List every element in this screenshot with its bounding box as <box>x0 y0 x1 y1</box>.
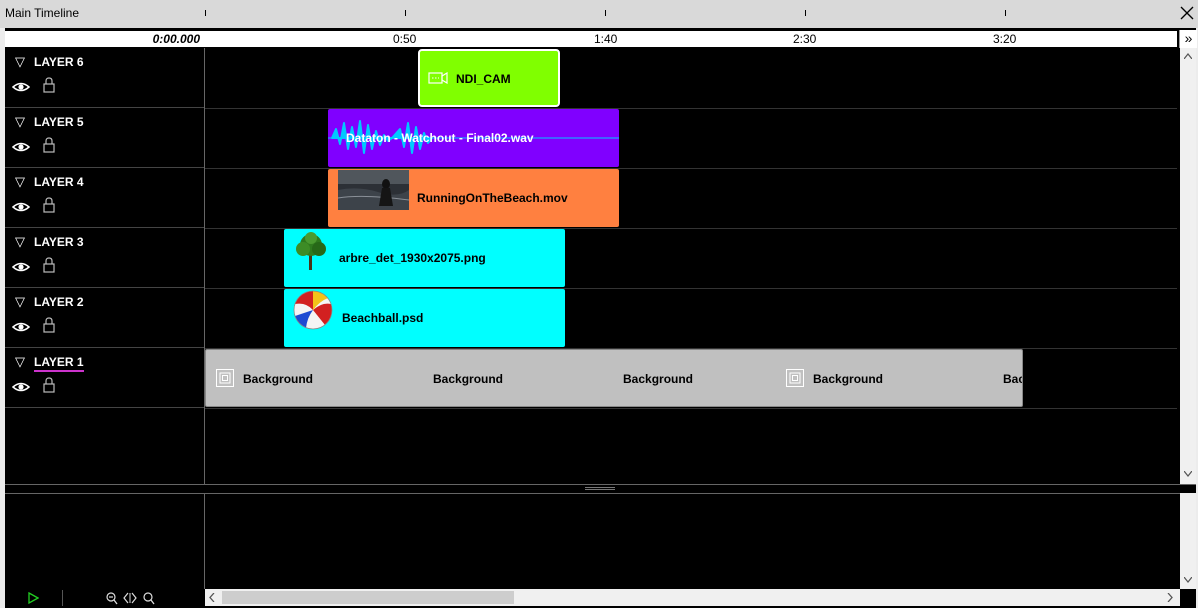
ruler-tick-label: 0:50 <box>393 32 417 46</box>
eye-icon[interactable] <box>12 201 30 213</box>
layer-header-1[interactable]: ▽ LAYER 1 <box>5 348 204 408</box>
cue-audio[interactable]: Dataton - Watchout - Final02.wav <box>328 109 619 167</box>
cue-label: Background <box>433 372 504 386</box>
zoom-in-icon[interactable] <box>143 592 155 605</box>
vertical-scrollbar[interactable] <box>1180 48 1196 484</box>
cue-label: RunningOnTheBeach.mov <box>417 191 568 205</box>
video-thumbnail <box>338 170 409 210</box>
layer-name: LAYER 1 <box>34 355 84 372</box>
lock-icon[interactable] <box>43 77 55 93</box>
video-camera-icon <box>428 72 448 84</box>
scroll-right-icon[interactable] <box>1167 593 1173 602</box>
layer-header-6[interactable]: ▽ LAYER 6 <box>5 48 204 108</box>
play-icon[interactable] <box>28 592 39 604</box>
cue-ndi-cam[interactable]: NDI_CAM <box>418 49 560 107</box>
cue-beachball[interactable]: Beachball.psd <box>284 289 565 347</box>
close-icon[interactable] <box>1178 4 1196 22</box>
cue-label: Background <box>623 372 694 386</box>
ruler-tick-label: 3:20 <box>993 32 1017 46</box>
layer-header-3[interactable]: ▽ LAYER 3 <box>5 228 204 288</box>
expand-button[interactable]: » <box>1179 30 1197 48</box>
cue-label: Beachball.psd <box>342 311 424 325</box>
eye-icon[interactable] <box>12 81 30 93</box>
collapse-triangle-icon[interactable]: ▽ <box>15 294 25 310</box>
lock-icon[interactable] <box>43 377 55 393</box>
layer-header-4[interactable]: ▽ LAYER 4 <box>5 168 204 228</box>
layer-name: LAYER 4 <box>34 175 84 189</box>
eye-icon[interactable] <box>12 321 30 333</box>
splitter-grip <box>585 487 615 488</box>
cue-label: NDI_CAM <box>456 72 511 86</box>
ruler-tick <box>605 10 606 16</box>
collapse-triangle-icon[interactable]: ▽ <box>15 114 25 130</box>
lock-icon[interactable] <box>43 257 55 273</box>
fit-width-icon[interactable] <box>123 592 137 604</box>
beachball-thumbnail <box>293 290 333 330</box>
ruler-tick <box>805 10 806 16</box>
zoom-out-icon[interactable] <box>106 592 118 605</box>
track-separator <box>205 408 1177 409</box>
composition-icon <box>216 369 234 387</box>
composition-icon <box>786 369 804 387</box>
collapse-triangle-icon[interactable]: ▽ <box>15 54 25 70</box>
eye-icon[interactable] <box>12 381 30 393</box>
layer-name: LAYER 5 <box>34 115 84 129</box>
cue-label: arbre_det_1930x2075.png <box>339 251 486 265</box>
cue-label: Bac <box>1003 372 1023 386</box>
title-bar <box>0 0 1198 28</box>
scroll-down-icon[interactable] <box>1184 471 1192 477</box>
collapse-triangle-icon[interactable]: ▽ <box>15 234 25 250</box>
lock-icon[interactable] <box>43 197 55 213</box>
layer-name: LAYER 3 <box>34 235 84 249</box>
ruler-tick <box>1005 10 1006 16</box>
layer-header-5[interactable]: ▽ LAYER 5 <box>5 108 204 168</box>
layer-header-2[interactable]: ▽ LAYER 2 <box>5 288 204 348</box>
lock-icon[interactable] <box>43 137 55 153</box>
cue-video[interactable]: RunningOnTheBeach.mov <box>328 169 619 227</box>
lock-icon[interactable] <box>43 317 55 333</box>
eye-icon[interactable] <box>12 141 30 153</box>
ruler-tick-label: 2:30 <box>793 32 817 46</box>
layer-name: LAYER 2 <box>34 295 84 309</box>
vertical-scrollbar[interactable] <box>1180 493 1196 589</box>
scroll-down-icon[interactable] <box>1184 577 1192 583</box>
ruler-tick <box>405 10 406 16</box>
layer-name: LAYER 6 <box>34 55 84 69</box>
time-ruler[interactable] <box>205 31 1177 47</box>
window-title: Main Timeline <box>5 6 80 20</box>
scroll-left-icon[interactable] <box>209 593 215 602</box>
cue-label: Dataton - Watchout - Final02.wav <box>346 131 534 145</box>
cue-label: Background <box>813 372 884 386</box>
collapse-triangle-icon[interactable]: ▽ <box>15 174 25 190</box>
ruler-tick-label: 1:40 <box>594 32 618 46</box>
horizontal-scroll-thumb[interactable] <box>222 591 514 604</box>
time-origin-label: 0:00.000 <box>152 32 200 46</box>
collapse-triangle-icon[interactable]: ▽ <box>15 354 25 370</box>
panel-splitter[interactable] <box>5 484 1196 494</box>
splitter-grip <box>585 489 615 490</box>
column-divider[interactable] <box>204 48 205 484</box>
control-separator <box>62 590 63 606</box>
time-origin-box: 0:00.000 <box>5 31 205 47</box>
cue-label: Background <box>243 372 314 386</box>
cue-tree-image[interactable]: arbre_det_1930x2075.png <box>284 229 565 287</box>
cue-background[interactable]: Background Background Background Backgro… <box>205 349 1023 407</box>
scroll-up-icon[interactable] <box>1184 53 1192 59</box>
eye-icon[interactable] <box>12 261 30 273</box>
tree-thumbnail <box>296 232 326 270</box>
column-divider <box>204 493 205 589</box>
ruler-tick <box>205 10 206 16</box>
